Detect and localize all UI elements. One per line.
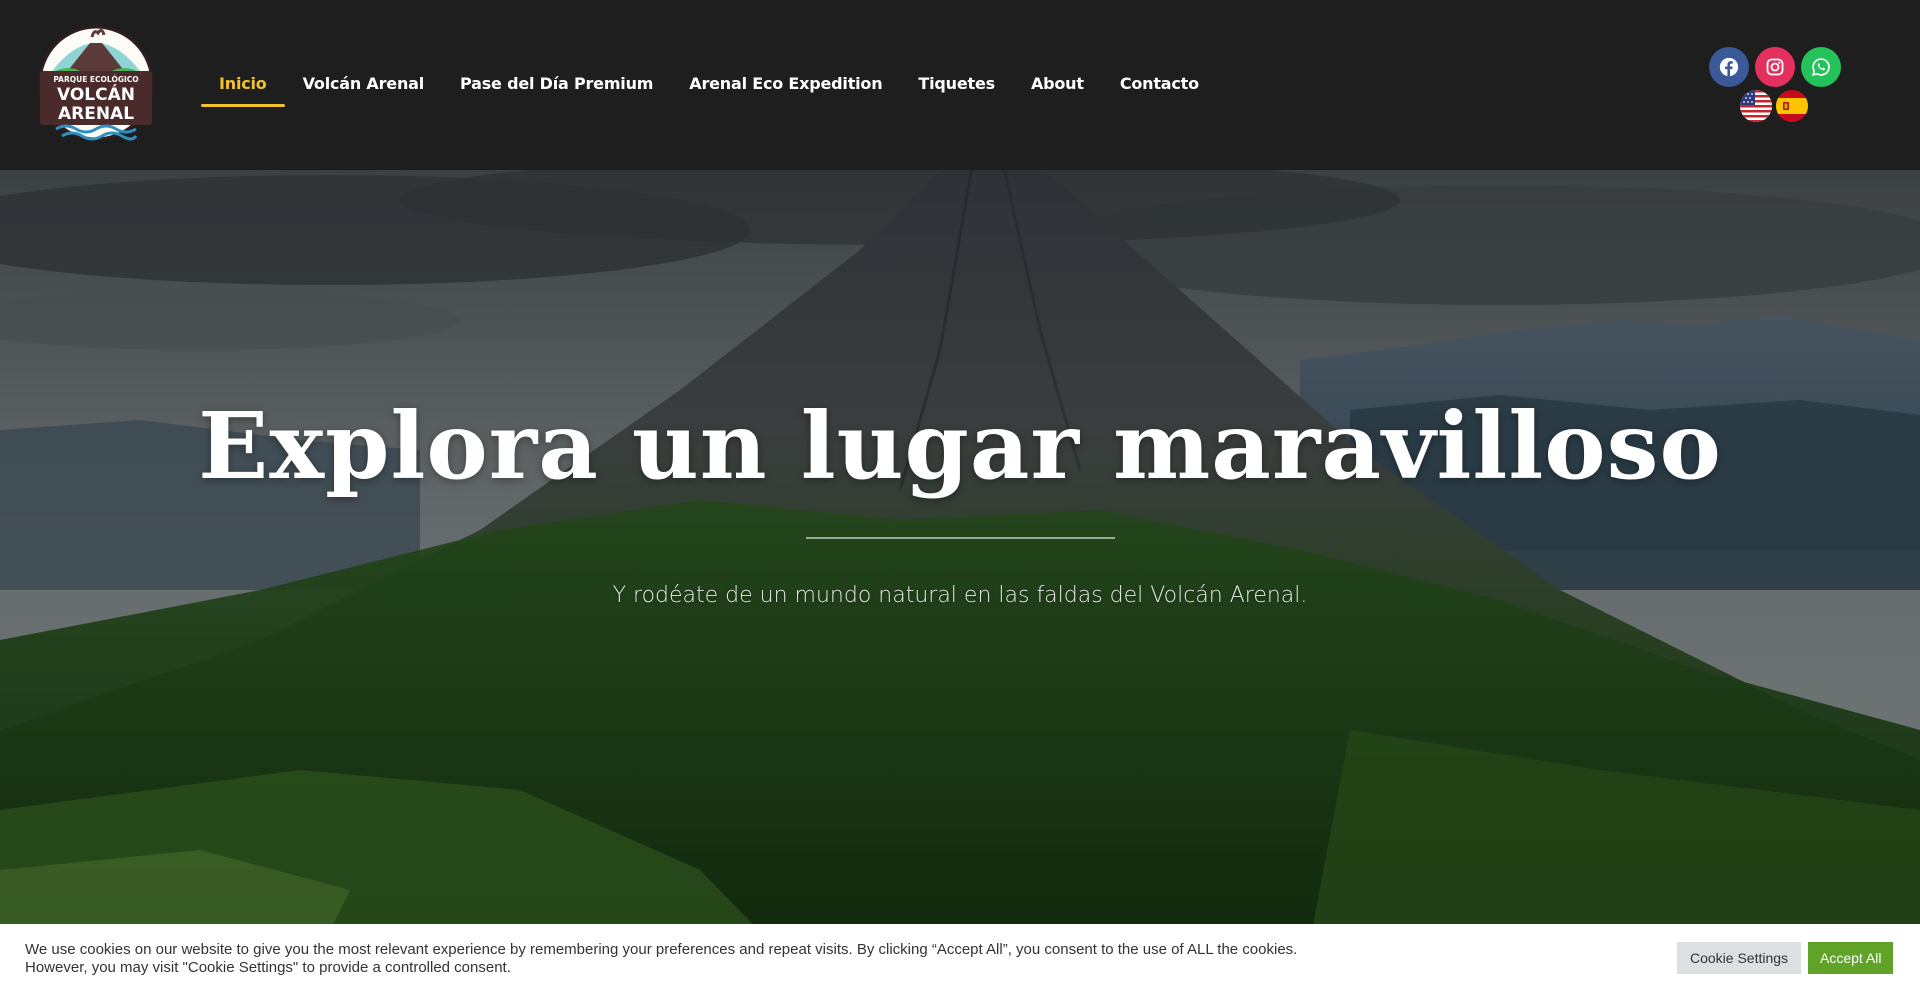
hero-subtitle: Y rodéate de un mundo natural en las fal… [612,583,1308,608]
facebook-icon [1719,57,1739,77]
social-links [1709,47,1841,87]
page: Explora un lugar maravilloso Y rodéate d… [0,0,1920,993]
volcan-arenal-logo-icon: PARQUE ECOLÓGICO VOLCÁN ARENAL [38,25,154,141]
logo-line3: ARENAL [58,104,134,124]
hero-divider [806,537,1115,539]
spanish-flag-button[interactable] [1776,90,1808,122]
accept-all-button[interactable]: Accept All [1808,942,1894,974]
nav-item-pase-del-dia-premium[interactable]: Pase del Día Premium [442,62,671,107]
nav-item-volcan-arenal[interactable]: Volcán Arenal [285,62,442,107]
nav-item-contacto[interactable]: Contacto [1102,62,1217,107]
site-logo[interactable]: PARQUE ECOLÓGICO VOLCÁN ARENAL [38,19,154,149]
main-nav: Inicio Volcán Arenal Pase del Día Premiu… [201,62,1217,108]
whatsapp-button[interactable] [1801,47,1841,87]
logo-line1: PARQUE ECOLÓGICO [53,75,138,84]
nav-item-arenal-eco-expedition[interactable]: Arenal Eco Expedition [671,62,900,107]
logo-line2: VOLCÁN [57,83,135,105]
facebook-button[interactable] [1709,47,1749,87]
language-switcher [1740,90,1808,122]
hero-section: Explora un lugar maravilloso Y rodéate d… [0,170,1920,993]
nav-item-tiquetes[interactable]: Tiquetes [900,62,1013,107]
instagram-icon [1766,58,1784,76]
english-flag-button[interactable] [1740,90,1772,122]
cookie-consent-bar: We use cookies on our website to give yo… [0,924,1920,993]
spanish-flag-icon [1776,90,1808,122]
hero-overlay [0,170,1920,993]
cookie-consent-text: We use cookies on our website to give yo… [25,941,1298,976]
site-header: PARQUE ECOLÓGICO VOLCÁN ARENAL Inicio Vo… [0,0,1920,170]
cookie-settings-button[interactable]: Cookie Settings [1677,942,1802,974]
nav-item-about[interactable]: About [1013,62,1102,107]
english-flag-icon [1740,90,1772,122]
instagram-button[interactable] [1755,47,1795,87]
whatsapp-icon [1812,58,1830,76]
nav-item-inicio[interactable]: Inicio [201,62,285,107]
hero-title: Explora un lugar maravilloso [198,392,1722,500]
